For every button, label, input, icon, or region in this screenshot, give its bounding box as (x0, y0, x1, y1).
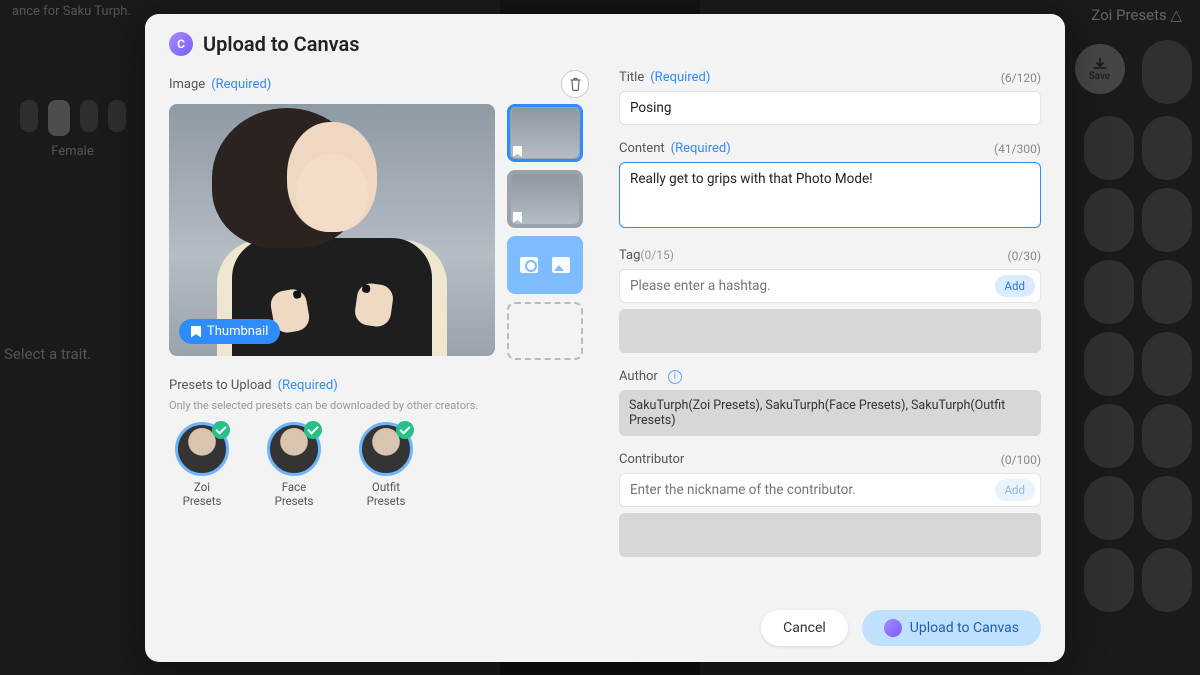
presets-row: Zoi Presets Face Presets Outfit Presets (169, 422, 589, 509)
canvas-logo-icon (884, 619, 902, 637)
thumbnail-list (507, 104, 583, 360)
thumbnail-button[interactable]: Thumbnail (179, 319, 280, 344)
canvas-logo-icon: C (169, 32, 193, 56)
modal-footer: Cancel Upload to Canvas (169, 600, 1041, 646)
presets-note: Only the selected presets can be downloa… (169, 399, 589, 412)
contributor-add-button[interactable]: Add (995, 479, 1035, 501)
thumb-tools[interactable] (507, 236, 583, 294)
delete-image-button[interactable] (561, 70, 589, 98)
title-label: Title (Required) (6/120) (619, 70, 1041, 85)
contributor-chips (619, 513, 1041, 557)
tag-input[interactable] (619, 269, 1041, 303)
thumb-add[interactable] (507, 302, 583, 360)
content-textarea[interactable]: Really get to grips with that Photo Mode… (619, 162, 1041, 228)
bookmark-icon (191, 326, 201, 338)
preset-zoi[interactable]: Zoi Presets (169, 422, 235, 509)
check-icon (304, 421, 322, 439)
check-icon (212, 421, 230, 439)
image-icon (552, 257, 570, 273)
image-preview: the h Thumbnail (169, 104, 495, 356)
contributor-input[interactable] (619, 473, 1041, 507)
tag-chips (619, 309, 1041, 353)
title-input[interactable] (619, 91, 1041, 125)
image-section-label: Image (Required) (169, 70, 589, 98)
tag-label: Tag(0/15) (0/30) (619, 248, 1041, 263)
cancel-button[interactable]: Cancel (761, 610, 848, 646)
content-label: Content (Required) (41/300) (619, 141, 1041, 156)
camera-icon (520, 257, 538, 273)
info-icon: i (668, 370, 682, 384)
contributor-label: Contributor (0/100) (619, 452, 1041, 467)
preset-face[interactable]: Face Presets (261, 422, 327, 509)
check-icon (396, 421, 414, 439)
presets-section-label: Presets to Upload (Required) (169, 378, 589, 393)
preset-outfit[interactable]: Outfit Presets (353, 422, 419, 509)
modal-title: Upload to Canvas (203, 32, 360, 56)
thumb-2[interactable] (507, 170, 583, 228)
tag-add-button[interactable]: Add (995, 275, 1035, 297)
author-value: SakuTurph(Zoi Presets), SakuTurph(Face P… (619, 390, 1041, 436)
thumb-1[interactable] (507, 104, 583, 162)
modal-header: C Upload to Canvas (169, 32, 1041, 56)
upload-modal: C Upload to Canvas Image (Required) the … (145, 14, 1065, 662)
author-label: Author i (619, 369, 1041, 384)
upload-button[interactable]: Upload to Canvas (862, 610, 1041, 646)
